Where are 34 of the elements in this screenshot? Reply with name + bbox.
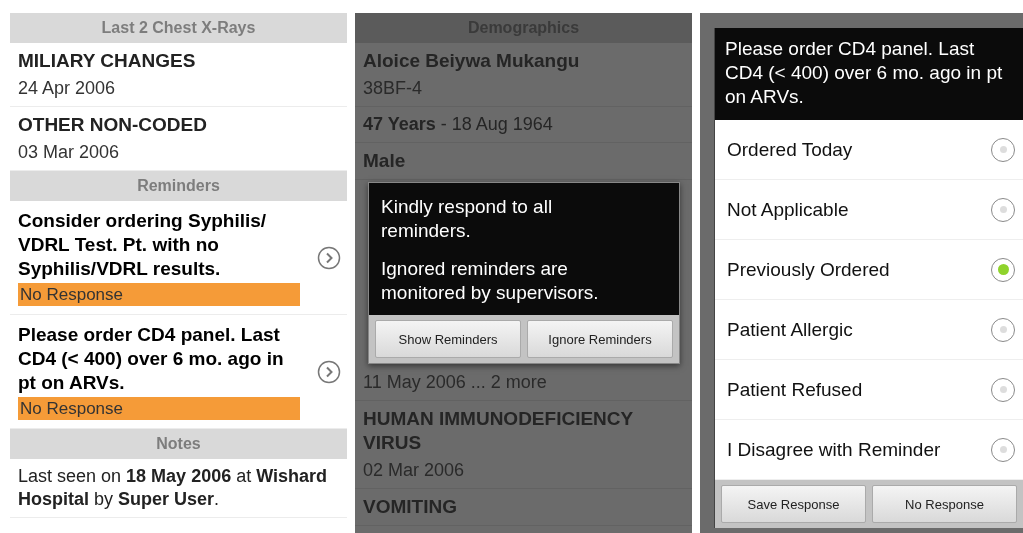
- dialog-button[interactable]: Ignore Reminders: [527, 320, 673, 358]
- dialog-button[interactable]: Show Reminders: [375, 320, 521, 358]
- item-subtitle: 03 Mar 2006: [18, 141, 121, 164]
- item-title: Aloice Beiywa Mukangu: [363, 49, 581, 73]
- item-title: Male: [363, 149, 407, 173]
- item-subtitle: 38BF-4: [363, 77, 424, 100]
- dialog-message: Kindly respond to all reminders.: [381, 195, 554, 243]
- note-text: 47 Years - 18 Aug 1964: [363, 113, 554, 136]
- chevron-circle-icon[interactable]: [317, 359, 341, 384]
- status-label: No Response: [18, 283, 300, 306]
- dialog-button[interactable]: No Response: [872, 485, 1017, 523]
- radio-option[interactable]: Previously Ordered: [715, 240, 1023, 300]
- radio-option[interactable]: Not Applicable: [715, 180, 1023, 240]
- status-label: No Response: [18, 397, 300, 420]
- radio-option[interactable]: Ordered Today: [715, 120, 1023, 180]
- item-title: OTHER NON-CODED: [18, 113, 208, 137]
- radio-option[interactable]: Patient Allergic: [715, 300, 1023, 360]
- section-header: Reminders: [10, 171, 347, 201]
- chevron-circle-icon[interactable]: [317, 245, 341, 270]
- section-header: Last 2 Chest X-Rays: [10, 13, 347, 43]
- item-title: HUMAN IMMUNODEFICIENCY VIRUS: [363, 407, 634, 455]
- reminder-text: Consider ordering Syphilis/ VDRL Test. Pt. with no Syphilis/VDRL results.: [18, 209, 268, 281]
- dialog-button[interactable]: Save Response: [721, 485, 866, 523]
- item-title: MILIARY CHANGES: [18, 49, 197, 73]
- section-header: Notes: [10, 429, 347, 459]
- item-subtitle: 02 Mar 2006: [363, 459, 466, 482]
- reminder-text: Please order CD4 panel. Last CD4 (< 400) over 6 mo. ago in pt on ARVs.: [18, 323, 285, 395]
- dialog-message: Ignored reminders are monitored by supervisors.: [381, 257, 600, 305]
- radio-option[interactable]: Patient Refused: [715, 360, 1023, 420]
- item-subtitle: 11 May 2006 ... 2 more: [363, 371, 548, 394]
- note-text: Last seen on 18 May 2006 at Wishard Hospital by Super User.: [18, 465, 329, 511]
- item-subtitle: 24 Apr 2006: [18, 77, 117, 100]
- item-title: VOMITING: [363, 495, 458, 519]
- dialog-title: Please order CD4 panel. Last CD4 (< 400) over 6 mo. ago in pt on ARVs.: [715, 28, 1023, 120]
